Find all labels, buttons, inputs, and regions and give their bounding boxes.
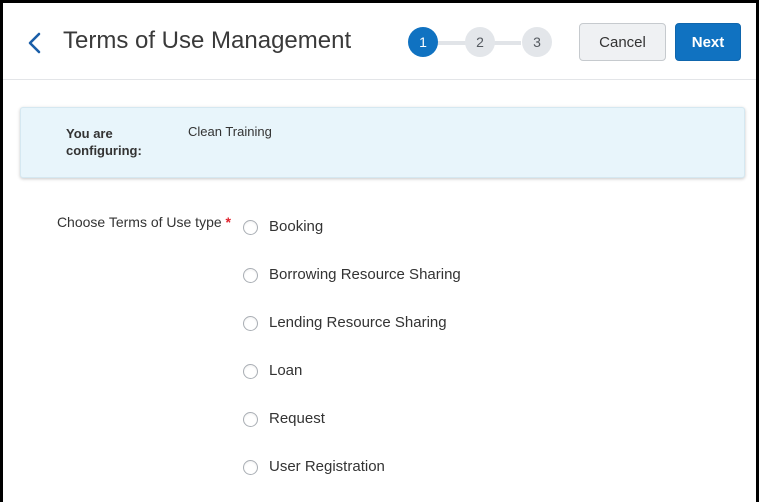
radio-label[interactable]: Lending Resource Sharing [269, 314, 447, 331]
terms-type-label: Choose Terms of Use type * [55, 213, 231, 232]
radio-unchecked-icon[interactable] [243, 268, 258, 283]
chevron-left-icon[interactable] [25, 31, 45, 55]
step-1: 1 [408, 27, 438, 57]
radio-unchecked-icon[interactable] [243, 364, 258, 379]
page-header: Terms of Use Management 1 2 3 Cancel Nex… [3, 3, 756, 80]
terms-type-label-text: Choose Terms of Use type [56, 214, 222, 230]
next-button[interactable]: Next [675, 23, 741, 61]
wizard-stepper: 1 2 3 [403, 27, 553, 59]
cancel-button[interactable]: Cancel [579, 23, 666, 61]
radio-label[interactable]: Loan [269, 362, 302, 379]
configuring-panel: You are configuring: Clean Training [20, 107, 745, 178]
page-title: Terms of Use Management [63, 27, 352, 54]
configuring-value: Clean Training [188, 124, 272, 139]
radio-label[interactable]: Booking [269, 218, 323, 235]
step-connector [493, 41, 521, 45]
radio-unchecked-icon[interactable] [243, 460, 258, 475]
radio-label[interactable]: Request [269, 410, 325, 427]
required-marker: * [225, 214, 231, 230]
step-3: 3 [522, 27, 552, 57]
radio-label[interactable]: Borrowing Resource Sharing [269, 266, 461, 283]
configuring-label: You are configuring: [66, 126, 142, 158]
radio-unchecked-icon[interactable] [243, 316, 258, 331]
step-2: 2 [465, 27, 495, 57]
radio-label[interactable]: User Registration [269, 458, 385, 475]
radio-unchecked-icon[interactable] [243, 220, 258, 235]
radio-unchecked-icon[interactable] [243, 412, 258, 427]
